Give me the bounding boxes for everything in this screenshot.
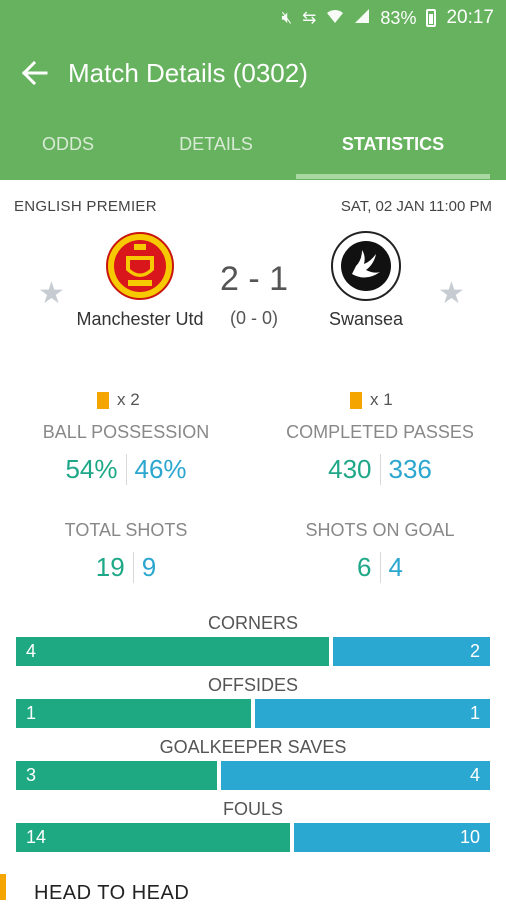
head-to-head-heading[interactable]: HEAD TO HEAD <box>34 882 189 905</box>
away-yellow-card-count: x 1 <box>370 390 393 409</box>
away-possession: 46% <box>125 454 187 485</box>
favorite-away-star-icon[interactable]: ★ <box>438 276 465 311</box>
tab-bar: ODDS DETAILS STATISTICS <box>0 118 506 180</box>
total-shots-values: 19 9 <box>6 552 246 583</box>
battery-percent: 83% <box>380 7 417 28</box>
active-tab-indicator <box>296 174 490 179</box>
league-name: ENGLISH PREMIER <box>14 198 157 215</box>
tab-details[interactable]: DETAILS <box>136 118 296 180</box>
home-yellow-card-count: x 2 <box>117 390 140 409</box>
away-total-shots: 9 <box>132 552 156 583</box>
fouls-home-bar: 14 <box>16 823 290 852</box>
goalkeeper-saves-label: GOALKEEPER SAVES <box>159 737 347 757</box>
home-team-name: Manchester Utd <box>76 309 204 329</box>
home-shots-on-goal: 6 <box>357 552 372 582</box>
statistics-content: ENGLISH PREMIER SAT, 02 JAN 11:00 PM ★ ★… <box>0 180 506 904</box>
title-bar: Match Details (0302) <box>0 48 506 100</box>
corners-away-bar: 2 <box>333 637 490 666</box>
away-team-name: Swansea <box>328 309 404 329</box>
clock: 20:17 <box>446 7 494 28</box>
ball-possession-values: 54% 46% <box>6 454 246 485</box>
corners-home-bar: 4 <box>16 637 329 666</box>
goalkeeper-saves-away-bar: 4 <box>221 761 490 790</box>
data-transfer-icon: ⇆ <box>302 8 317 27</box>
back-arrow-icon[interactable] <box>20 58 50 88</box>
fouls-away-bar: 10 <box>294 823 490 852</box>
match-datetime: SAT, 02 JAN 11:00 PM <box>340 198 492 215</box>
home-yellow-cards: x 2 <box>97 390 140 410</box>
total-shots-label: TOTAL SHOTS <box>64 520 188 540</box>
status-bar: 🔇︎ ⇆ 83% 20:17 <box>0 0 506 36</box>
offsides-away-bar: 1 <box>255 699 490 728</box>
offsides-bar: 1 1 <box>16 699 490 728</box>
wifi-icon <box>326 8 344 29</box>
signal-icon <box>354 8 370 29</box>
away-passes: 336 <box>379 454 432 485</box>
favorite-home-star-icon[interactable]: ★ <box>38 276 65 311</box>
yellow-card-icon <box>350 391 362 409</box>
offsides-label: OFFSIDES <box>207 675 298 695</box>
corners-label: CORNERS <box>207 613 298 633</box>
away-yellow-cards: x 1 <box>350 390 393 410</box>
tab-statistics[interactable]: STATISTICS <box>296 118 490 180</box>
completed-passes-values: 430 336 <box>260 454 500 485</box>
fouls-label: FOULS <box>222 799 283 819</box>
home-total-shots: 19 <box>95 552 125 582</box>
fouls-bar: 14 10 <box>16 823 490 852</box>
goalkeeper-saves-bar: 3 4 <box>16 761 490 790</box>
tab-odds[interactable]: ODDS <box>0 118 136 180</box>
mute-icon: 🔇︎ <box>281 8 293 27</box>
swansea-crest-icon <box>330 230 402 302</box>
match-score: 2 - 1 <box>219 260 289 298</box>
home-passes: 430 <box>328 454 372 484</box>
app-bar: 🔇︎ ⇆ 83% 20:17 Match Details (0302) ODDS… <box>0 0 506 180</box>
away-shots-on-goal: 4 <box>379 552 403 583</box>
completed-passes-label: COMPLETED PASSES <box>286 422 474 442</box>
ball-possession-label: BALL POSSESSION <box>42 422 210 442</box>
battery-icon <box>426 9 437 27</box>
corners-bar: 4 2 <box>16 637 490 666</box>
shots-on-goal-label: SHOTS ON GOAL <box>305 520 455 540</box>
manchester-utd-crest-icon <box>104 230 176 302</box>
shots-on-goal-values: 6 4 <box>260 552 500 583</box>
goalkeeper-saves-home-bar: 3 <box>16 761 217 790</box>
home-possession: 54% <box>65 454 118 484</box>
section-accent <box>0 874 6 900</box>
offsides-home-bar: 1 <box>16 699 251 728</box>
halftime-score: (0 - 0) <box>229 308 278 328</box>
yellow-card-icon <box>97 391 109 409</box>
page-title: Match Details (0302) <box>68 58 308 88</box>
